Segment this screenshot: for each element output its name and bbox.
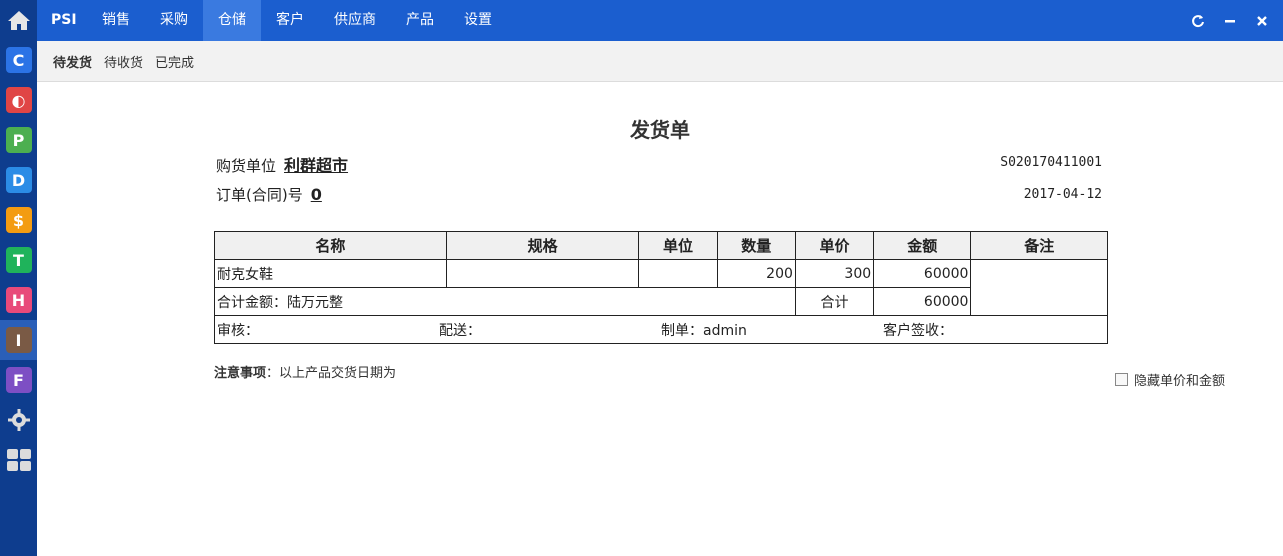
nav-tab-3[interactable]: 仓储 xyxy=(203,0,261,41)
sig-review: 审核： xyxy=(217,322,259,339)
cell-remark xyxy=(970,259,1108,316)
col-header: 金额 xyxy=(873,231,972,260)
cell-qty: 200 xyxy=(716,259,796,288)
table-header-row: 名称 规格 单位 数量 单价 金额 备注 xyxy=(214,231,1108,260)
home-icon[interactable] xyxy=(0,0,37,40)
notice-text: 注意事项：以上产品交货日期为 xyxy=(214,362,396,381)
col-header: 名称 xyxy=(214,231,447,260)
nav-tab-1[interactable]: 销售 xyxy=(87,0,145,41)
col-header: 单价 xyxy=(794,231,875,260)
main-nav: 销售 采购 仓储 客户 供应商 产品 设置 xyxy=(87,0,507,41)
hide-price-label[interactable]: 隐藏单价和金额 xyxy=(1134,370,1225,389)
col-header: 规格 xyxy=(445,231,640,260)
hide-price-checkbox[interactable] xyxy=(1115,373,1128,386)
window-controls xyxy=(1191,0,1269,41)
top-nav-bar: PSI 销售 采购 仓储 客户 供应商 产品 设置 xyxy=(37,0,1283,41)
sub-tab-3[interactable]: 已完成 xyxy=(155,52,194,71)
cell-amount: 60000 xyxy=(873,259,972,288)
buyer-info: 购货单位 利群超市 xyxy=(216,152,348,176)
dollar-app-icon: $ xyxy=(5,207,32,233)
total-label: 合计 xyxy=(794,287,875,316)
rail-app-4[interactable]: D xyxy=(0,160,37,200)
close-icon[interactable] xyxy=(1255,14,1269,28)
sub-tab-2[interactable]: 待收货 xyxy=(104,52,143,71)
rail-app-5[interactable]: $ xyxy=(0,200,37,240)
total-text: 合计金额：陆万元整 xyxy=(214,287,796,316)
rail-app-6[interactable]: T xyxy=(0,240,37,280)
doc-title: 发货单 xyxy=(630,118,690,142)
col-header: 单位 xyxy=(638,231,718,260)
cell-spec xyxy=(445,259,640,288)
signature-row: 审核： 配送： 制单：admin 客户签收： xyxy=(214,315,1108,344)
d-app-icon: D xyxy=(5,167,32,193)
rail-app-3[interactable]: P xyxy=(0,120,37,160)
cell-name: 耐克女鞋 xyxy=(214,259,447,288)
f-app-icon: F xyxy=(5,367,32,393)
nav-tab-2[interactable]: 采购 xyxy=(145,0,203,41)
sig-customer: 客户签收： xyxy=(883,322,953,339)
buyer-label: 购货单位 xyxy=(216,157,277,175)
sub-tab-bar: 待发货 待收货 已完成 xyxy=(37,41,1283,82)
settings-gear-icon[interactable] xyxy=(0,400,37,440)
nav-tab-6[interactable]: 产品 xyxy=(391,0,449,41)
delivery-table: 名称 规格 单位 数量 单价 金额 备注 耐克女鞋 200 300 60000 … xyxy=(214,231,1108,344)
c-app-icon: C xyxy=(5,47,32,73)
table-row: 耐克女鞋 200 300 60000 xyxy=(214,259,1108,316)
half-circle-app-icon: ◐ xyxy=(5,87,32,113)
rail-app-7[interactable]: H xyxy=(0,280,37,320)
hide-price-option[interactable]: 隐藏单价和金额 xyxy=(1115,370,1225,389)
nav-tab-5[interactable]: 供应商 xyxy=(319,0,391,41)
cell-price: 300 xyxy=(794,259,875,288)
order-info: 订单(合同)号 0 xyxy=(216,184,322,205)
grid-apps-icon[interactable] xyxy=(0,440,37,480)
signature-cell: 审核： 配送： 制单：admin 客户签收： xyxy=(214,315,1108,344)
rail-app-9[interactable]: F xyxy=(0,360,37,400)
h-app-icon: H xyxy=(5,287,32,313)
rail-app-8[interactable]: I xyxy=(0,320,37,360)
p-app-icon: P xyxy=(5,127,32,153)
app-rail: C ◐ P D $ T H I F xyxy=(0,0,37,556)
buyer-name: 利群超市 xyxy=(284,156,349,175)
t-app-icon: T xyxy=(5,247,32,273)
sub-tab-1[interactable]: 待发货 xyxy=(53,52,92,71)
nav-tab-4[interactable]: 客户 xyxy=(261,0,319,41)
order-label: 订单(合同)号 xyxy=(216,186,303,204)
notice-label: 注意事项 xyxy=(214,366,267,381)
order-number: 0 xyxy=(310,185,322,204)
refresh-icon[interactable] xyxy=(1191,14,1205,28)
brand-label[interactable]: PSI xyxy=(51,0,77,41)
notice-body: ：以上产品交货日期为 xyxy=(266,366,397,381)
i-app-icon: I xyxy=(5,327,32,353)
col-header: 备注 xyxy=(970,231,1108,260)
rail-app-2[interactable]: ◐ xyxy=(0,80,37,120)
doc-number: S020170411001 xyxy=(1000,155,1102,170)
app-window: C ◐ P D $ T H I F PSI 销售 采购 仓储 客户 供应商 产品 设置 待发货 待收货 已完成 … xyxy=(0,0,1283,556)
nav-tab-7[interactable]: 设置 xyxy=(449,0,507,41)
cell-unit xyxy=(638,259,718,288)
doc-date: 2017-04-12 xyxy=(1023,187,1102,202)
sig-maker: 制单：admin xyxy=(661,322,747,339)
sig-delivery: 配送： xyxy=(439,322,481,339)
minimize-icon[interactable] xyxy=(1223,14,1237,28)
rail-app-1[interactable]: C xyxy=(0,40,37,80)
total-amount: 60000 xyxy=(873,287,972,316)
col-header: 数量 xyxy=(716,231,796,260)
